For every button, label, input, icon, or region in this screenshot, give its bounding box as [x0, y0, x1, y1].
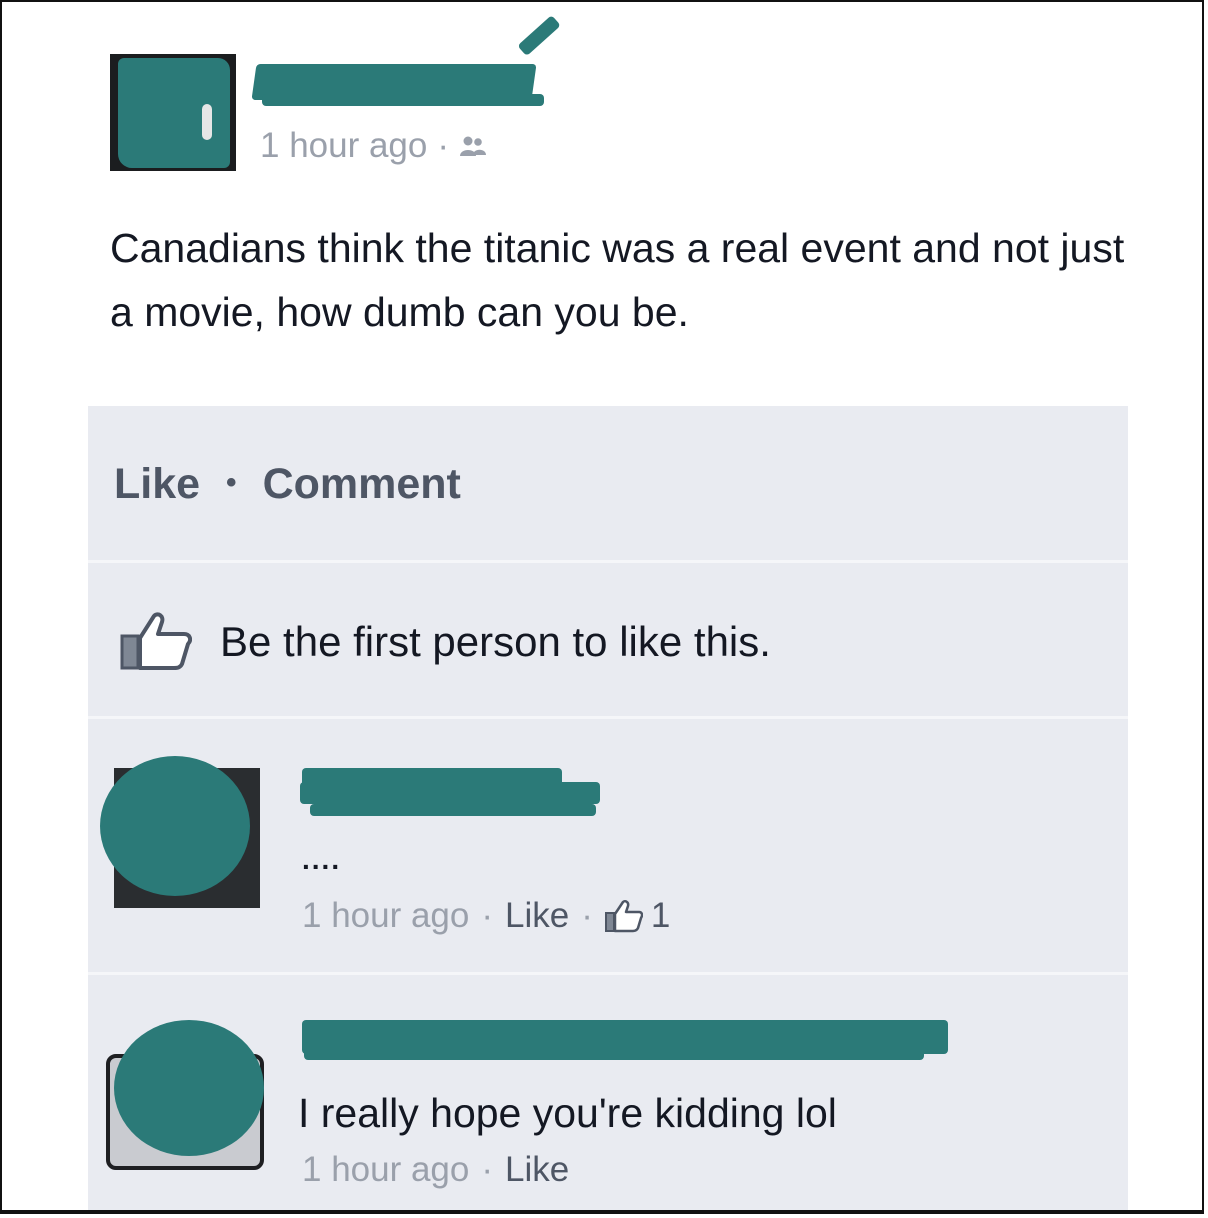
meta-separator: ·: [481, 1150, 494, 1189]
post-author-avatar[interactable]: [110, 54, 236, 171]
comment-author-name-redaction: [310, 804, 596, 816]
comment-like-count[interactable]: 1: [651, 896, 670, 936]
comment-author-avatar[interactable]: [100, 756, 260, 908]
like-button[interactable]: Like: [114, 460, 200, 509]
comment-button[interactable]: Comment: [263, 460, 461, 509]
feedback-section: Like • Comment Be the first person to li…: [88, 406, 1128, 1210]
comment-author-avatar[interactable]: [92, 1020, 264, 1170]
post-timestamp[interactable]: 1 hour ago: [260, 126, 427, 166]
likes-summary: Be the first person to like this.: [88, 566, 1128, 719]
comment: .... 1 hour ago · Like · 1: [88, 722, 1128, 975]
avatar-redaction: [118, 58, 230, 168]
comment-text: I really hope you're kidding lol: [298, 1090, 837, 1136]
comment-timestamp[interactable]: 1 hour ago: [302, 1150, 469, 1190]
avatar-redaction: [100, 756, 250, 896]
friends-icon[interactable]: [459, 134, 487, 158]
thumbs-up-icon: [120, 612, 192, 670]
post-meta: 1 hour ago ·: [260, 126, 487, 166]
comment-author-name-redaction: [300, 782, 600, 804]
comment-like-button[interactable]: Like: [505, 896, 569, 936]
comment-timestamp[interactable]: 1 hour ago: [302, 896, 469, 936]
comment-author-name-redaction: [304, 1042, 924, 1060]
avatar-highlight: [202, 104, 212, 140]
actions-separator: •: [226, 465, 237, 499]
comment: I really hope you're kidding lol 1 hour …: [88, 978, 1128, 1210]
likes-text: Be the first person to like this.: [220, 618, 771, 665]
comment-text: ....: [302, 844, 342, 875]
comment-meta: 1 hour ago · Like: [302, 1150, 569, 1190]
comment-meta: 1 hour ago · Like · 1: [302, 896, 670, 936]
avatar-redaction: [114, 1020, 264, 1156]
screenshot-frame: 1 hour ago · Canadians think the titanic…: [0, 0, 1204, 1214]
post-author-name-redaction: [517, 15, 561, 57]
meta-separator: ·: [437, 126, 450, 165]
post-author-name-redaction: [262, 94, 544, 106]
thumbs-up-icon: [604, 899, 643, 933]
meta-separator: ·: [481, 896, 494, 935]
post-actions-bar: Like • Comment: [88, 406, 1128, 563]
post-body-text: Canadians think the titanic was a real e…: [110, 225, 1125, 335]
comment-like-button[interactable]: Like: [505, 1150, 569, 1190]
meta-separator: ·: [581, 896, 593, 935]
